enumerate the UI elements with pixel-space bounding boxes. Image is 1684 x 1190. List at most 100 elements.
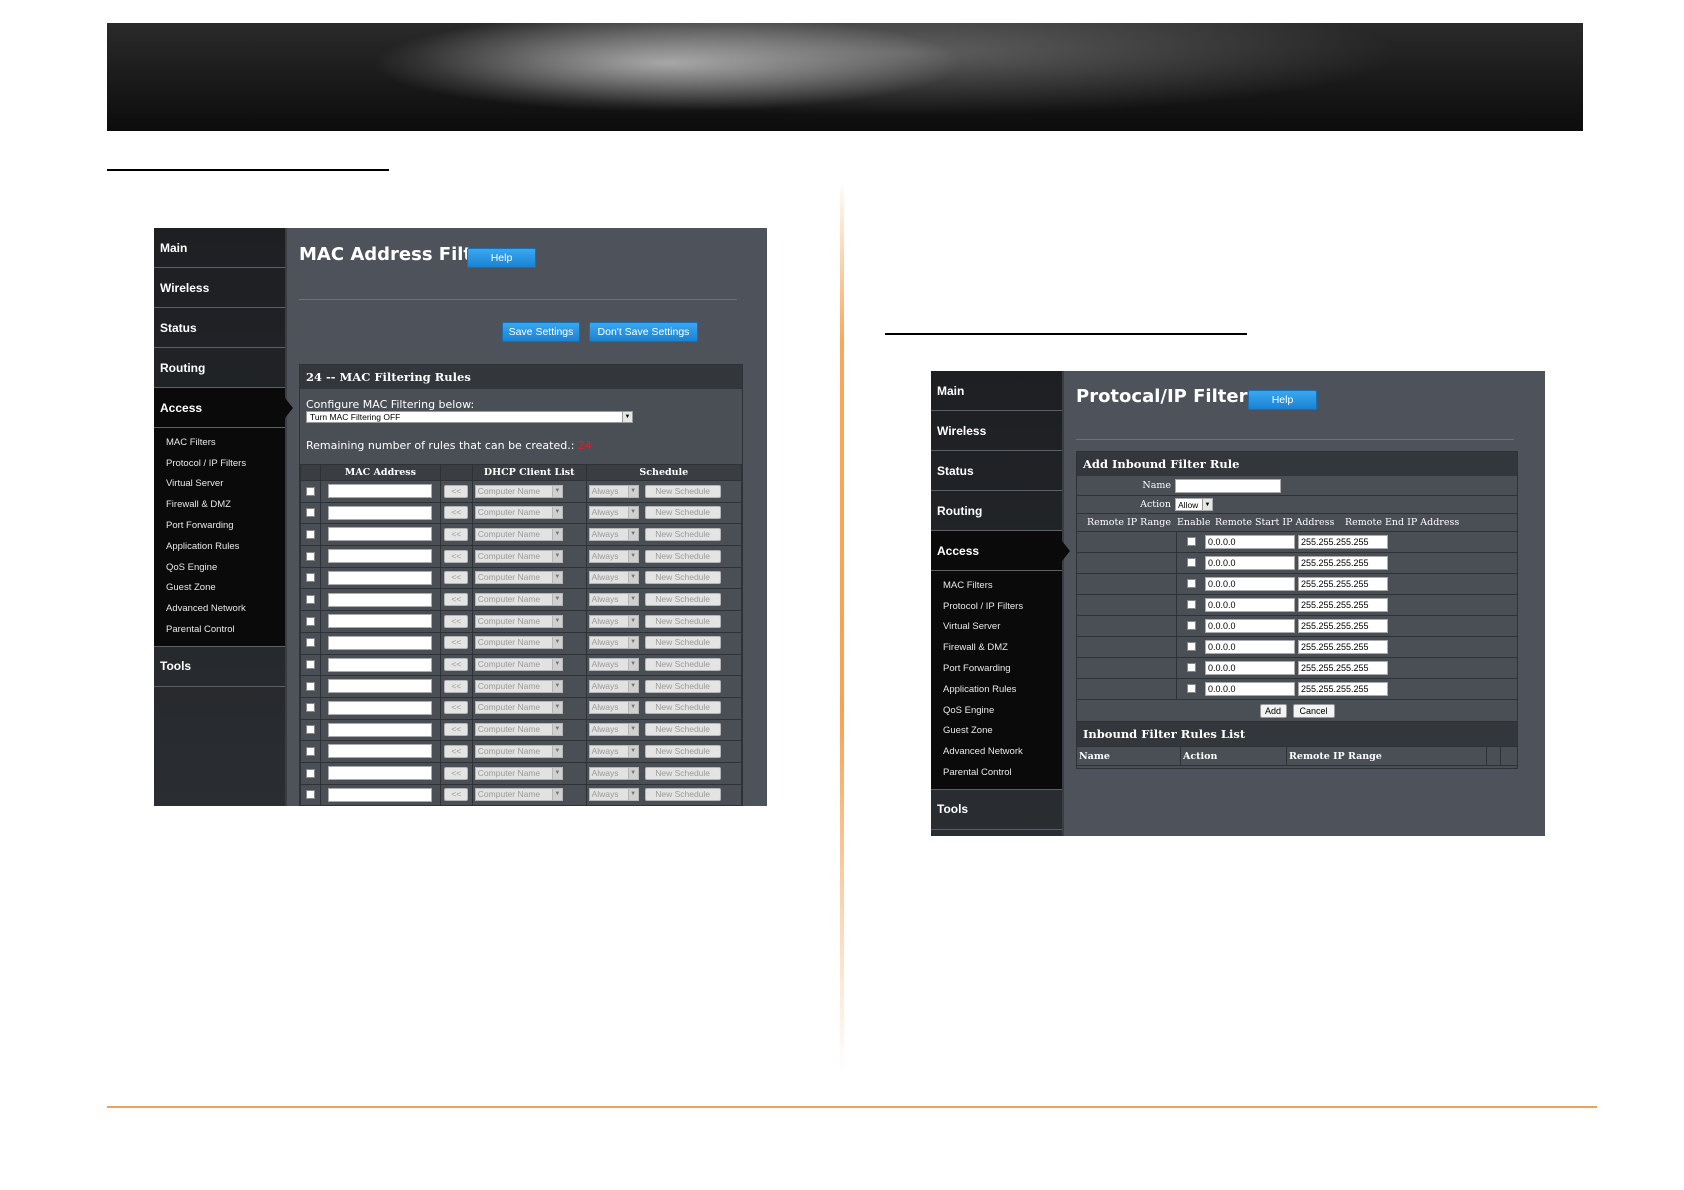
rule-enable-checkbox[interactable] xyxy=(305,790,315,800)
remote-end-ip-input[interactable]: 255.255.255.255 xyxy=(1298,577,1388,591)
mac-address-input[interactable] xyxy=(328,505,433,520)
mac-address-input[interactable] xyxy=(328,722,433,737)
dhcp-client-select[interactable]: Computer Name ▼ xyxy=(474,744,563,758)
nav-routing[interactable]: Routing xyxy=(931,491,1062,531)
nav-access[interactable]: Access xyxy=(154,388,293,428)
mac-address-input[interactable] xyxy=(328,766,433,781)
rule-enable-checkbox[interactable] xyxy=(305,638,315,648)
cancel-button[interactable]: Cancel xyxy=(1292,703,1335,718)
subnav-port-forwarding[interactable]: Port Forwarding xyxy=(154,515,285,536)
copy-mac-button[interactable]: << xyxy=(444,701,469,715)
rule-enable-checkbox[interactable] xyxy=(305,616,315,626)
subnav-parental-control[interactable]: Parental Control xyxy=(931,762,1062,783)
nav-main[interactable]: Main xyxy=(931,371,1062,411)
nav-status[interactable]: Status xyxy=(931,451,1062,491)
range-enable-checkbox[interactable] xyxy=(1186,621,1196,631)
subnav-guest-zone[interactable]: Guest Zone xyxy=(154,578,285,599)
new-schedule-button[interactable]: New Schedule xyxy=(644,614,721,628)
remote-start-ip-input[interactable]: 0.0.0.0 xyxy=(1205,556,1295,570)
help-button[interactable]: Help xyxy=(467,248,536,268)
subnav-advanced-network[interactable]: Advanced Network xyxy=(931,741,1062,762)
rule-enable-checkbox[interactable] xyxy=(305,529,315,539)
schedule-select[interactable]: Always ▼ xyxy=(588,766,639,780)
range-enable-checkbox[interactable] xyxy=(1186,579,1196,589)
remote-end-ip-input[interactable]: 255.255.255.255 xyxy=(1298,598,1388,612)
rule-enable-checkbox[interactable] xyxy=(305,595,315,605)
nav-routing[interactable]: Routing xyxy=(154,348,285,388)
schedule-select[interactable]: Always ▼ xyxy=(588,679,639,693)
subnav-guest-zone[interactable]: Guest Zone xyxy=(931,721,1062,742)
mac-address-input[interactable] xyxy=(328,679,433,694)
schedule-select[interactable]: Always ▼ xyxy=(588,636,639,650)
remote-end-ip-input[interactable]: 255.255.255.255 xyxy=(1298,661,1388,675)
remote-start-ip-input[interactable]: 0.0.0.0 xyxy=(1205,661,1295,675)
mac-address-input[interactable] xyxy=(328,700,433,715)
schedule-select[interactable]: Always ▼ xyxy=(588,614,639,628)
dhcp-client-select[interactable]: Computer Name ▼ xyxy=(474,484,563,498)
remote-end-ip-input[interactable]: 255.255.255.255 xyxy=(1298,682,1388,696)
action-select[interactable]: Allow ▼ xyxy=(1175,498,1213,511)
copy-mac-button[interactable]: << xyxy=(444,527,469,541)
help-button[interactable]: Help xyxy=(1248,390,1317,410)
dhcp-client-select[interactable]: Computer Name ▼ xyxy=(474,527,563,541)
copy-mac-button[interactable]: << xyxy=(444,636,469,650)
copy-mac-button[interactable]: << xyxy=(444,744,469,758)
new-schedule-button[interactable]: New Schedule xyxy=(644,658,721,672)
subnav-virtual-server[interactable]: Virtual Server xyxy=(154,474,285,495)
new-schedule-button[interactable]: New Schedule xyxy=(644,506,721,520)
dhcp-client-select[interactable]: Computer Name ▼ xyxy=(474,571,563,585)
rule-enable-checkbox[interactable] xyxy=(305,703,315,713)
range-enable-checkbox[interactable] xyxy=(1186,558,1196,568)
schedule-select[interactable]: Always ▼ xyxy=(588,593,639,607)
dhcp-client-select[interactable]: Computer Name ▼ xyxy=(474,701,563,715)
mac-address-input[interactable] xyxy=(328,744,433,759)
mac-address-input[interactable] xyxy=(328,635,433,650)
rule-enable-checkbox[interactable] xyxy=(305,725,315,735)
copy-mac-button[interactable]: << xyxy=(444,614,469,628)
copy-mac-button[interactable]: << xyxy=(444,766,469,780)
schedule-select[interactable]: Always ▼ xyxy=(588,506,639,520)
dhcp-client-select[interactable]: Computer Name ▼ xyxy=(474,506,563,520)
rule-enable-checkbox[interactable] xyxy=(305,681,315,691)
subnav-mac-filters[interactable]: MAC Filters xyxy=(154,432,285,453)
nav-main[interactable]: Main xyxy=(154,228,285,268)
new-schedule-button[interactable]: New Schedule xyxy=(644,701,721,715)
copy-mac-button[interactable]: << xyxy=(444,723,469,737)
rule-enable-checkbox[interactable] xyxy=(305,551,315,561)
dhcp-client-select[interactable]: Computer Name ▼ xyxy=(474,679,563,693)
schedule-select[interactable]: Always ▼ xyxy=(588,744,639,758)
subnav-virtual-server[interactable]: Virtual Server xyxy=(931,617,1062,638)
remote-start-ip-input[interactable]: 0.0.0.0 xyxy=(1205,535,1295,549)
copy-mac-button[interactable]: << xyxy=(444,658,469,672)
dhcp-client-select[interactable]: Computer Name ▼ xyxy=(474,593,563,607)
remote-end-ip-input[interactable]: 255.255.255.255 xyxy=(1298,556,1388,570)
nav-access[interactable]: Access xyxy=(931,531,1070,571)
schedule-select[interactable]: Always ▼ xyxy=(588,723,639,737)
nav-tools[interactable]: Tools xyxy=(154,647,285,687)
schedule-select[interactable]: Always ▼ xyxy=(588,701,639,715)
subnav-firewall-dmz[interactable]: Firewall & DMZ xyxy=(931,637,1062,658)
remote-end-ip-input[interactable]: 255.255.255.255 xyxy=(1298,640,1388,654)
range-enable-checkbox[interactable] xyxy=(1186,537,1196,547)
dhcp-client-select[interactable]: Computer Name ▼ xyxy=(474,658,563,672)
remote-start-ip-input[interactable]: 0.0.0.0 xyxy=(1205,598,1295,612)
mac-address-input[interactable] xyxy=(328,614,433,629)
rule-enable-checkbox[interactable] xyxy=(305,508,315,518)
copy-mac-button[interactable]: << xyxy=(444,484,469,498)
rule-enable-checkbox[interactable] xyxy=(305,660,315,670)
new-schedule-button[interactable]: New Schedule xyxy=(644,549,721,563)
dhcp-client-select[interactable]: Computer Name ▼ xyxy=(474,614,563,628)
dhcp-client-select[interactable]: Computer Name ▼ xyxy=(474,636,563,650)
new-schedule-button[interactable]: New Schedule xyxy=(644,744,721,758)
subnav-qos-engine[interactable]: QoS Engine xyxy=(154,557,285,578)
new-schedule-button[interactable]: New Schedule xyxy=(644,788,721,802)
schedule-select[interactable]: Always ▼ xyxy=(588,788,639,802)
mac-address-input[interactable] xyxy=(328,484,433,499)
subnav-mac-filters[interactable]: MAC Filters xyxy=(931,575,1062,596)
rule-enable-checkbox[interactable] xyxy=(305,746,315,756)
subnav-advanced-network[interactable]: Advanced Network xyxy=(154,598,285,619)
dhcp-client-select[interactable]: Computer Name ▼ xyxy=(474,788,563,802)
mac-address-input[interactable] xyxy=(328,527,433,542)
range-enable-checkbox[interactable] xyxy=(1186,684,1196,694)
save-settings-button[interactable]: Save Settings xyxy=(502,322,580,342)
